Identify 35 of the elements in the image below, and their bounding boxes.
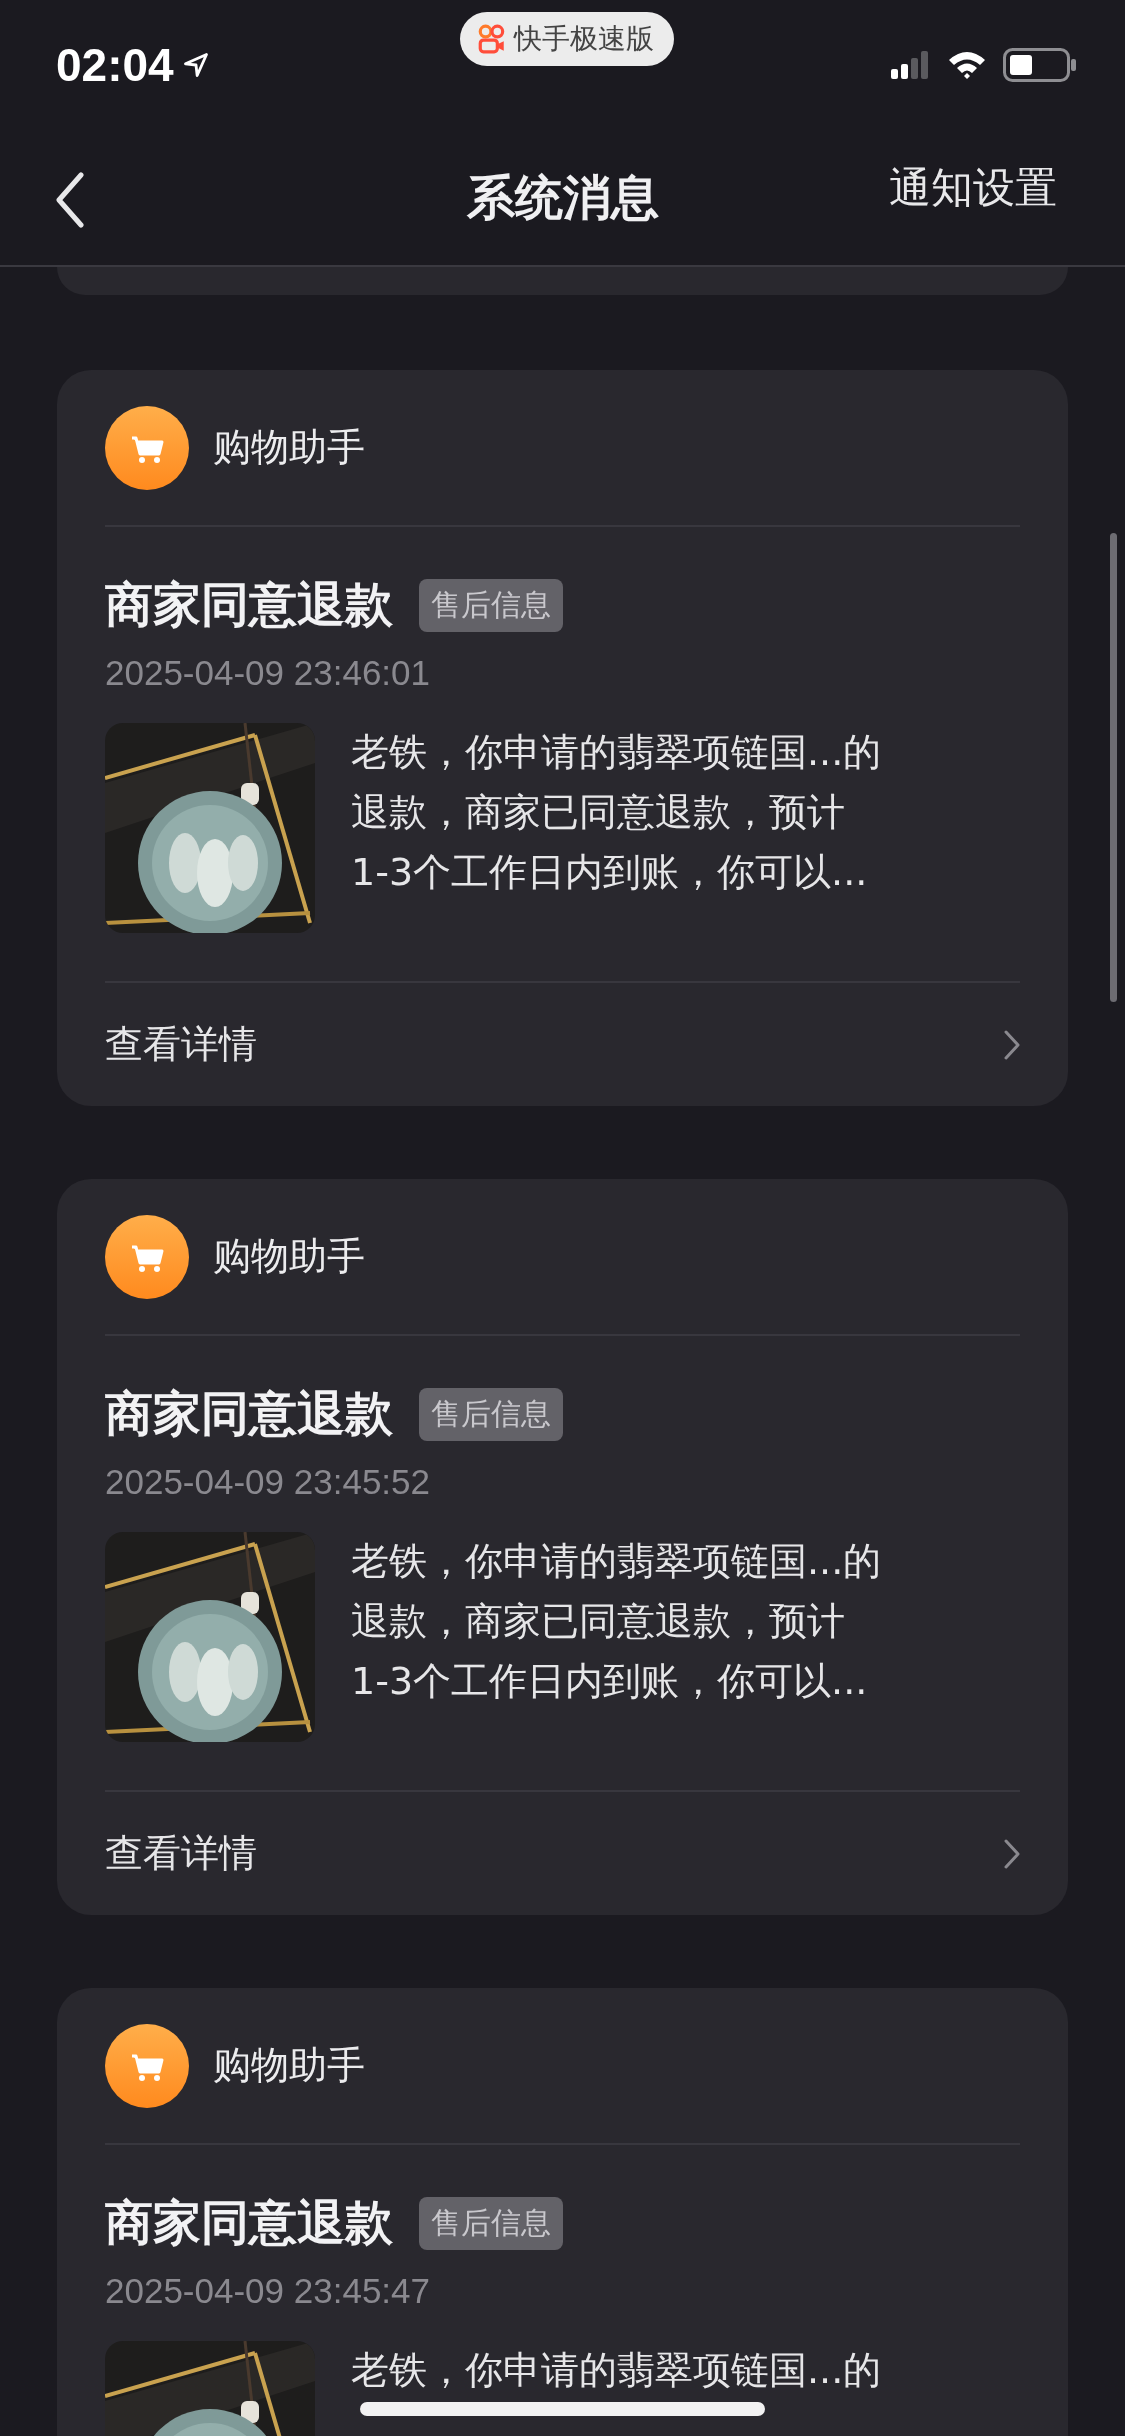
message-time: 2025-04-09 23:46:01 [105, 653, 431, 693]
wifi-icon [947, 50, 987, 80]
location-arrow-icon [181, 51, 210, 79]
sender-name: 购物助手 [213, 424, 365, 471]
message-text: 退款，商家已同意退款，预计 [351, 789, 846, 836]
message-text: 退款，商家已同意退款，预计 [351, 1598, 846, 1645]
message-title: 商家同意退款 [105, 1384, 393, 1443]
view-details-link[interactable]: 查看详情 [105, 983, 1020, 1106]
shopping-cart-icon [105, 2023, 189, 2108]
signal-icon [891, 51, 931, 79]
notification-settings-link[interactable]: 通知设置 [889, 160, 1057, 216]
message-title: 商家同意退款 [105, 2193, 393, 2252]
message-text: 老铁，你申请的翡翠项链国...的 [351, 729, 882, 776]
message-text: 1-3个工作日内到账，你可以... [351, 1658, 869, 1705]
message-text: 老铁，你申请的翡翠项链国...的 [351, 1538, 882, 1585]
view-details-link[interactable]: 查看详情 [105, 1792, 1020, 1915]
back-icon[interactable] [55, 172, 85, 228]
sender-name: 购物助手 [213, 1233, 365, 1280]
battery-icon [1003, 48, 1077, 82]
status-time: 02:04 [56, 38, 174, 92]
category-tag: 售后信息 [419, 1387, 563, 1441]
message-title: 商家同意退款 [105, 575, 393, 634]
chevron-right-icon [1004, 1029, 1020, 1060]
message-time: 2025-04-09 23:45:47 [105, 2271, 431, 2311]
category-tag: 售后信息 [419, 578, 563, 632]
message-text: 老铁，你申请的翡翠项链国...的 [351, 2347, 882, 2394]
page-title: 系统消息 [466, 167, 659, 227]
message-time: 2025-04-09 23:45:52 [105, 1462, 431, 1502]
shopping-cart-icon [105, 1214, 189, 1299]
chevron-right-icon [1004, 1838, 1020, 1869]
shopping-cart-icon [105, 405, 189, 490]
category-tag: 售后信息 [419, 2196, 563, 2250]
sender-name: 购物助手 [213, 2042, 365, 2089]
app-return-pill[interactable]: 快手极速版 [459, 12, 674, 66]
message-text: 1-3个工作日内到账，你可以... [351, 849, 869, 896]
